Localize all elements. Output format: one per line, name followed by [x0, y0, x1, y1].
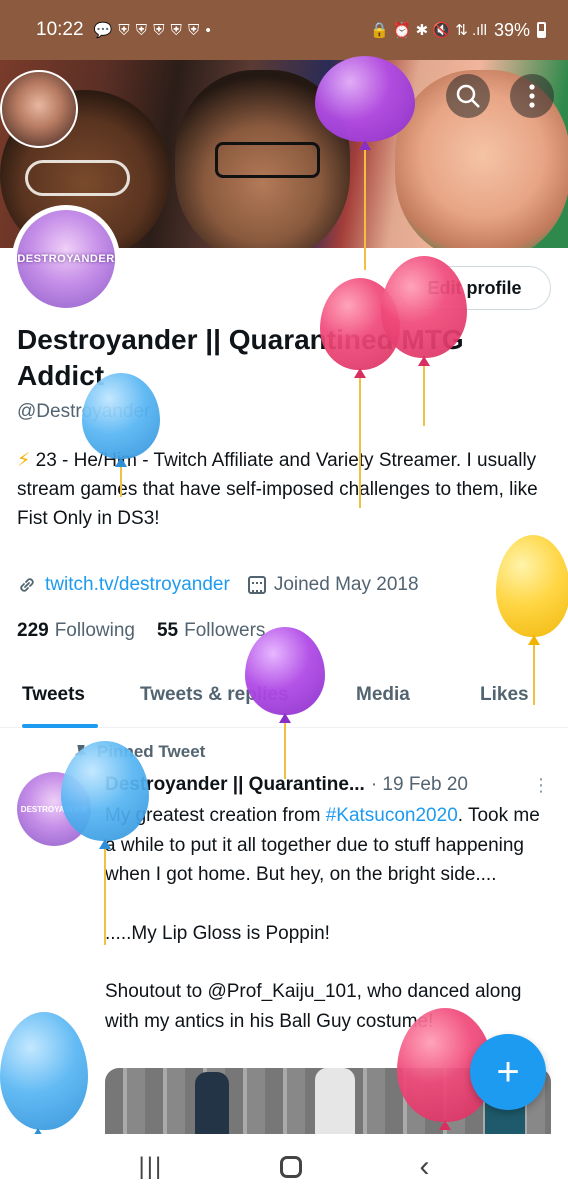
followers-label: Followers	[184, 620, 266, 641]
notification-icons: 💬 ⛨ ⛨ ⛨ ⛨ ⛨ •	[93, 22, 212, 39]
banner-glasses	[215, 142, 320, 178]
following-label: Following	[54, 620, 135, 641]
following-count: 229	[17, 620, 49, 641]
calendar-icon	[247, 576, 266, 594]
system-icons: 🔒 ⏰ ✱ 🔇 ⇅ .ıll	[369, 22, 487, 39]
link-icon	[20, 578, 34, 592]
profile-avatar[interactable]: DESTROYANDER	[12, 205, 120, 313]
tab-media[interactable]: Media	[356, 684, 410, 706]
bio-text: 23 - He/Him - Twitch Affiliate and Varie…	[17, 450, 538, 529]
follow-stats: 229 Following 55 Followers	[17, 620, 265, 642]
tweet-text-line3: Shoutout to @Prof_Kaiju_101, who danced …	[105, 981, 522, 1032]
back-icon[interactable]: ‹	[419, 1150, 429, 1184]
account-switcher-avatar[interactable]	[0, 70, 78, 148]
status-time: 10:22	[36, 19, 84, 40]
hashtag-link[interactable]: #Katsucon2020	[326, 805, 458, 826]
status-bar: 10:22 💬 ⛨ ⛨ ⛨ ⛨ ⛨ • 🔒 ⏰ ✱ 🔇 ⇅ .ıll 39%	[0, 0, 568, 60]
search-icon	[456, 84, 480, 108]
avatar-logo-text: DESTROYANDER	[17, 253, 115, 265]
search-button[interactable]	[446, 74, 490, 118]
banner-glasses	[25, 160, 130, 196]
profile-website-link[interactable]: twitch.tv/destroyander	[45, 574, 230, 596]
system-nav-bar: ||| ‹	[0, 1134, 568, 1200]
more-options-button[interactable]	[510, 74, 554, 118]
profile-meta: twitch.tv/destroyander Joined May 2018	[17, 574, 419, 596]
following-link[interactable]: 229 Following	[17, 620, 135, 642]
tweet-header: Destroyander || Quarantine... · 19 Feb 2…	[105, 774, 550, 796]
battery-icon	[537, 22, 546, 38]
media-person	[315, 1068, 355, 1134]
home-icon[interactable]	[280, 1156, 303, 1178]
followers-link[interactable]: 55 Followers	[157, 620, 265, 642]
tweet-more-icon[interactable]: ⋮	[532, 775, 550, 796]
recent-apps-icon[interactable]: |||	[139, 1153, 164, 1181]
more-vertical-icon	[529, 84, 535, 108]
media-person	[195, 1072, 229, 1134]
tab-tweets[interactable]: Tweets	[22, 684, 85, 706]
lightning-icon: ⚡	[17, 450, 31, 471]
joined-date: Joined May 2018	[273, 574, 419, 595]
tweet-date[interactable]: · 19 Feb 20	[371, 774, 468, 796]
tweet-text[interactable]: My greatest creation from #Katsucon2020.…	[105, 801, 550, 1065]
profile-bio: ⚡ 23 - He/Him - Twitch Affiliate and Var…	[17, 446, 547, 533]
compose-tweet-button[interactable]: +	[470, 1034, 546, 1110]
tweet-text-line2: .....My Lip Gloss is Poppin!	[105, 922, 330, 944]
active-tab-indicator	[22, 724, 98, 728]
battery-level: 39%	[493, 19, 530, 40]
followers-count: 55	[156, 620, 179, 641]
tab-likes[interactable]: Likes	[480, 684, 529, 706]
